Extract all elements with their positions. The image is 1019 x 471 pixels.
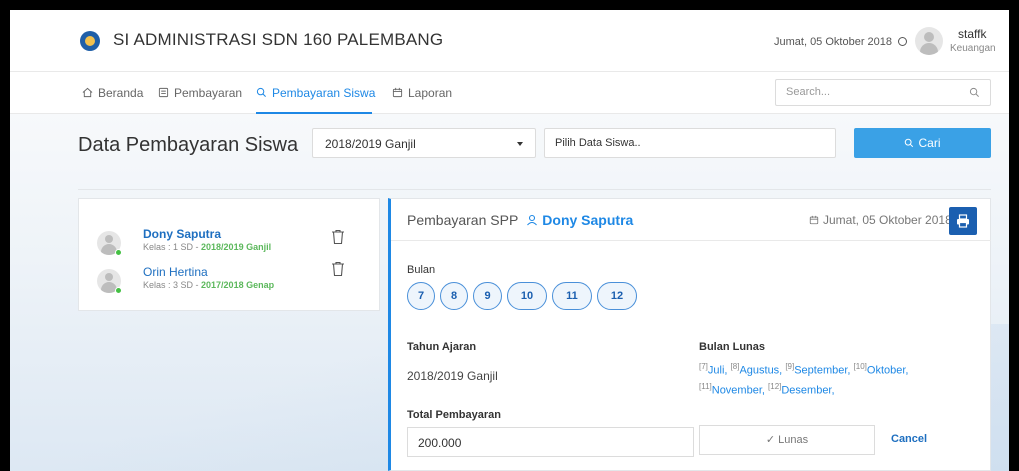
trash-icon[interactable] [331, 229, 345, 245]
lunas-month-number: [10] [853, 362, 867, 371]
month-button-12[interactable]: 12 [597, 282, 637, 310]
lunas-month-name: Agustus, [739, 364, 783, 377]
cancel-button[interactable]: Cancel [891, 433, 927, 445]
bulan-label: Bulan [407, 264, 436, 276]
lunas-month-name: September, [794, 364, 851, 377]
student-class: Kelas : 1 SD - [143, 242, 202, 252]
search-button[interactable]: Cari [854, 128, 991, 158]
page-title: Data Pembayaran Siswa [78, 134, 299, 156]
student-picker[interactable] [544, 128, 836, 158]
nav-item-laporan[interactable]: Laporan [392, 86, 452, 100]
panel-date: Jumat, 05 Oktober 2018 [809, 213, 952, 227]
app-title: SI ADMINISTRASI SDN 160 PALEMBANG [113, 30, 444, 49]
nav-item-beranda[interactable]: Beranda [82, 86, 143, 100]
trash-icon[interactable] [331, 261, 345, 277]
bulan-lunas-list: [7]Juli, [8]Agustus, [9]September, [10]O… [699, 359, 959, 398]
top-bar: SI ADMINISTRASI SDN 160 PALEMBANG Jumat,… [10, 10, 1009, 72]
search-input[interactable] [786, 86, 956, 98]
payment-panel: Pembayaran SPP Dony Saputra Jumat, 05 Okt… [388, 198, 991, 471]
student-item[interactable]: Orin Hertina Kelas : 3 SD - 2017/2018 Ge… [97, 261, 367, 301]
student-class: Kelas : 3 SD - [143, 280, 202, 290]
month-button-10[interactable]: 10 [507, 282, 547, 310]
lunas-month-number: [7] [699, 362, 708, 371]
semester-select-value: 2018/2019 Ganjil [325, 137, 416, 151]
clock-icon [898, 37, 908, 46]
total-pembayaran-field[interactable] [407, 427, 694, 457]
search-icon [905, 138, 914, 148]
nav-label-pembayaran: Pembayaran [174, 86, 243, 100]
nav-label-laporan: Laporan [408, 86, 453, 100]
list-icon [158, 87, 169, 98]
lunas-month-number: [9] [785, 362, 795, 371]
app-window: SI ADMINISTRASI SDN 160 PALEMBANG Jumat,… [10, 10, 1009, 471]
panel-date-text: Jumat, 05 Oktober 2018 [823, 213, 952, 227]
month-button-11[interactable]: 11 [552, 282, 592, 310]
student-year: 2018/2019 Ganjil [201, 242, 272, 252]
bulan-lunas-label: Bulan Lunas [699, 341, 766, 353]
print-icon [957, 214, 969, 228]
student-list: Dony Saputra Kelas : 1 SD - 2018/2019 Ga… [78, 198, 380, 311]
student-item[interactable]: Dony Saputra Kelas : 1 SD - 2018/2019 Ga… [97, 227, 367, 263]
tahun-ajaran-label: Tahun Ajaran [407, 341, 477, 353]
online-status-dot [115, 287, 122, 294]
calendar-icon [809, 215, 819, 225]
header-date: Jumat, 05 Oktober 2018 [774, 36, 908, 48]
student-meta: Kelas : 1 SD - 2018/2019 Ganjil [143, 242, 271, 252]
lunas-button-label: Lunas [778, 434, 809, 446]
nav-label-pembayaran-siswa: Pembayaran Siswa [272, 86, 376, 100]
lunas-month-number: [12] [768, 381, 782, 391]
month-button-8[interactable]: 8 [440, 282, 468, 310]
panel-title: Pembayaran SPP Dony Saputra [407, 212, 633, 228]
lunas-month-name: November, [711, 384, 765, 397]
student-name[interactable]: Dony Saputra [143, 227, 221, 241]
nav-item-pembayaran-siswa[interactable]: Pembayaran Siswa [256, 86, 375, 100]
lunas-month-name: Juli, [707, 364, 728, 377]
caret-down-icon [517, 142, 523, 146]
school-logo [80, 31, 100, 51]
divider [78, 189, 991, 190]
tahun-ajaran-value: 2018/2019 Ganjil [407, 369, 498, 383]
total-pembayaran-input[interactable] [418, 436, 678, 450]
student-year: 2017/2018 Genap [201, 280, 275, 290]
student-name[interactable]: Orin Hertina [143, 265, 208, 279]
month-button-9[interactable]: 9 [473, 282, 502, 310]
check-icon: ✓ [765, 434, 776, 446]
panel-header: Pembayaran SPP Dony Saputra Jumat, 05 Okt… [391, 199, 991, 241]
lunas-month-name: Oktober, [866, 364, 909, 377]
header-date-text: Jumat, 05 Oktober 2018 [774, 36, 893, 48]
semester-select[interactable]: 2018/2019 Ganjil [312, 128, 536, 158]
panel-student-name: Dony Saputra [542, 212, 634, 228]
lunas-button[interactable]: ✓ Lunas [699, 425, 875, 455]
lunas-month-name: Desember, [781, 384, 835, 397]
nav-label-beranda: Beranda [98, 86, 144, 100]
lunas-month-number: [11] [699, 381, 712, 391]
panel-title-text: Pembayaran SPP [407, 212, 519, 228]
global-search[interactable] [775, 79, 991, 106]
student-picker-input[interactable] [555, 137, 825, 149]
total-pembayaran-label: Total Pembayaran [407, 409, 501, 421]
search-icon[interactable] [969, 87, 980, 98]
calendar-icon [392, 87, 403, 98]
student-meta: Kelas : 3 SD - 2017/2018 Genap [143, 280, 274, 290]
home-icon [82, 87, 93, 98]
print-button[interactable] [949, 207, 977, 235]
nav-item-pembayaran[interactable]: Pembayaran [158, 86, 242, 100]
user-role: Keuangan [950, 43, 996, 54]
month-button-7[interactable]: 7 [407, 282, 435, 310]
search-button-label: Cari [918, 136, 941, 150]
online-status-dot [115, 249, 122, 256]
user-icon [527, 214, 538, 226]
user-name[interactable]: staffk [958, 27, 986, 41]
search-icon [256, 87, 266, 97]
user-avatar[interactable] [915, 27, 943, 55]
